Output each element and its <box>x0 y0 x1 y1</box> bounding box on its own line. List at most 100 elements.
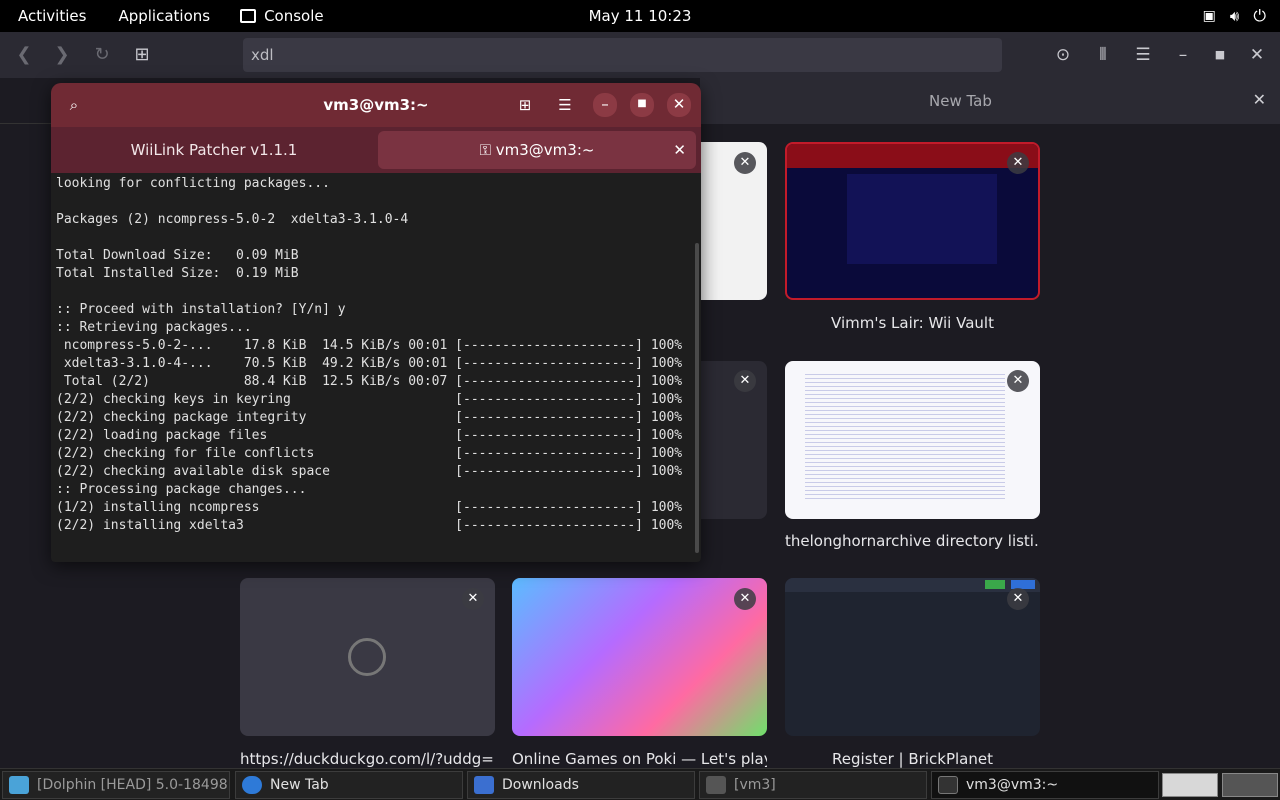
tile-close-icon[interactable]: ✕ <box>1007 588 1029 610</box>
terminal-line: (2/2) checking keys in keyring [--------… <box>56 392 683 407</box>
applications-menu[interactable]: Applications <box>100 7 224 25</box>
top-site-tile-duckduckgo[interactable] <box>240 578 495 736</box>
network-icon[interactable]: ▣ <box>1203 8 1216 24</box>
new-tab-icon[interactable]: ⊞ <box>131 44 153 66</box>
console-icon <box>240 9 257 23</box>
task-dolphin[interactable]: [Dolphin [HEAD] 5.0-18498] <box>2 771 230 799</box>
tile-label[interactable]: thelonghornarchive directory listi... <box>785 532 1040 550</box>
terminal-line: (2/2) checking package integrity [------… <box>56 410 683 425</box>
library-icon[interactable]: ⫴ <box>1092 44 1114 66</box>
workspace-2[interactable] <box>1222 773 1278 797</box>
terminal-icon <box>938 776 958 794</box>
reload-button[interactable]: ↻ <box>91 44 113 66</box>
tile-close-icon[interactable]: ✕ <box>734 152 756 174</box>
tile-close-icon[interactable]: ✕ <box>734 588 756 610</box>
task-label: New Tab <box>270 777 329 793</box>
terminal-header: ⌕ vm3@vm3:~ ⊞ ☰ – ■ ✕ <box>51 83 701 127</box>
tile-close-icon[interactable]: ✕ <box>1007 152 1029 174</box>
maximize-icon[interactable]: ■ <box>1209 44 1231 66</box>
minimize-button[interactable]: – <box>593 93 617 117</box>
terminal-tabbar: WiiLink Patcher v1.1.1 ⚿ vm3@vm3:~ ✕ <box>51 127 701 173</box>
tile-thumb-header <box>787 144 1038 168</box>
close-button[interactable]: ✕ <box>667 93 691 117</box>
scrollbar[interactable] <box>695 243 699 553</box>
taskbar: [Dolphin [HEAD] 5.0-18498] New Tab Downl… <box>0 768 1280 800</box>
key-icon: ⚿ <box>479 141 496 159</box>
task-label: Downloads <box>502 777 579 793</box>
terminal-line: Packages (2) ncompress-5.0-2 xdelta3-3.1… <box>56 212 409 227</box>
top-site-tile-longhorn[interactable] <box>785 361 1040 519</box>
terminal-line: (2/2) checking available disk space [---… <box>56 464 683 479</box>
url-text: xdl <box>251 46 274 64</box>
tab-label: New Tab <box>929 92 992 110</box>
console-label: Console <box>264 7 324 25</box>
browser-toolbar: ❮ ❯ ↻ ⊞ xdl ⊙ ⫴ ☰ – ■ ✕ <box>0 32 1280 78</box>
tab-close-icon[interactable]: ✕ <box>1253 90 1266 109</box>
tile-thumb-login <box>985 580 1005 589</box>
top-site-tile-brickplanet[interactable] <box>785 578 1040 736</box>
downloads-icon[interactable]: ⊙ <box>1052 44 1074 66</box>
terminal-line: (2/2) installing xdelta3 [--------------… <box>56 518 683 533</box>
tab-wiilink-patcher[interactable]: WiiLink Patcher v1.1.1 <box>51 127 377 173</box>
maximize-button[interactable]: ■ <box>630 93 654 117</box>
menu-icon[interactable]: ☰ <box>1132 44 1154 66</box>
tab-vm3[interactable]: ⚿ vm3@vm3:~ ✕ <box>378 131 696 169</box>
back-button[interactable]: ❮ <box>13 44 35 66</box>
tile-label[interactable]: Vimm's Lair: Wii Vault <box>785 314 1040 332</box>
terminal-line: Total Download Size: 0.09 MiB <box>56 248 299 263</box>
task-label: [Dolphin [HEAD] 5.0-18498] <box>37 777 230 793</box>
terminal-output[interactable]: looking for conflicting packages... Pack… <box>56 175 696 535</box>
tile-thumb-body <box>847 174 997 264</box>
system-tray[interactable]: ▣ 🔊︎ ⏻ <box>1203 0 1266 32</box>
tab-label: WiiLink Patcher v1.1.1 <box>130 141 298 159</box>
workspace-1[interactable] <box>1162 773 1218 797</box>
globe-icon <box>348 638 386 676</box>
terminal-icon <box>706 776 726 794</box>
terminal-line: (2/2) checking for file conflicts [-----… <box>56 446 683 461</box>
top-site-tile-vimm[interactable] <box>785 142 1040 300</box>
terminal-line: Total Installed Size: 0.19 MiB <box>56 266 299 281</box>
forward-button[interactable]: ❯ <box>51 44 73 66</box>
tab-new-tab[interactable]: New Tab ✕ <box>700 78 1280 124</box>
terminal-line: (1/2) installing ncompress [------------… <box>56 500 683 515</box>
tile-close-icon[interactable]: ✕ <box>734 370 756 392</box>
tab-close-icon[interactable]: ✕ <box>673 131 686 169</box>
close-window-icon[interactable]: ✕ <box>1246 44 1268 66</box>
new-tab-icon[interactable]: ⊞ <box>514 94 536 116</box>
task-downloads[interactable]: Downloads <box>467 771 695 799</box>
tile-label[interactable]: https://duckduckgo.com/l/?uddg=... <box>240 750 495 768</box>
top-site-tile-poki[interactable] <box>512 578 767 736</box>
tile-label[interactable]: Online Games on Poki — Let's play <box>512 750 767 768</box>
terminal-line: :: Retrieving packages... <box>56 320 252 335</box>
terminal-line: xdelta3-3.1.0-4-... 70.5 KiB 49.2 KiB/s … <box>56 356 683 371</box>
terminal-line: ncompress-5.0-2-... 17.8 KiB 14.5 KiB/s … <box>56 338 683 353</box>
terminal-line: :: Processing package changes... <box>56 482 307 497</box>
terminal-line: looking for conflicting packages... <box>56 176 330 191</box>
top-panel: Activities Applications Console May 11 1… <box>0 0 1280 32</box>
power-icon[interactable]: ⏻ <box>1253 6 1266 26</box>
firefox-icon <box>242 776 262 794</box>
minimize-icon[interactable]: – <box>1172 44 1194 66</box>
tile-thumb-listing <box>805 371 1005 501</box>
terminal-line: Total (2/2) 88.4 KiB 12.5 KiB/s 00:07 [-… <box>56 374 683 389</box>
terminal-line: (2/2) loading package files [-----------… <box>56 428 683 443</box>
folder-icon <box>474 776 494 794</box>
url-bar[interactable]: xdl <box>243 38 1002 72</box>
task-new-tab[interactable]: New Tab <box>235 771 463 799</box>
tile-close-icon[interactable]: ✕ <box>462 588 484 610</box>
task-vm3[interactable]: [vm3] <box>699 771 927 799</box>
dolphin-icon <box>9 776 29 794</box>
tile-label[interactable]: Register | BrickPlanet <box>785 750 1040 768</box>
terminal-window: ⌕ vm3@vm3:~ ⊞ ☰ – ■ ✕ WiiLink Patcher v1… <box>51 83 701 562</box>
tile-close-icon[interactable]: ✕ <box>1007 370 1029 392</box>
activities-button[interactable]: Activities <box>0 7 100 25</box>
task-label: vm3@vm3:~ <box>966 777 1059 793</box>
volume-icon[interactable]: 🔊︎ <box>1230 7 1239 25</box>
menu-icon[interactable]: ☰ <box>554 94 576 116</box>
terminal-line: :: Proceed with installation? [Y/n] y <box>56 302 346 317</box>
console-app-menu[interactable]: Console <box>224 7 324 25</box>
tab-label: vm3@vm3:~ <box>495 141 595 159</box>
task-terminal[interactable]: vm3@vm3:~ <box>931 771 1159 799</box>
